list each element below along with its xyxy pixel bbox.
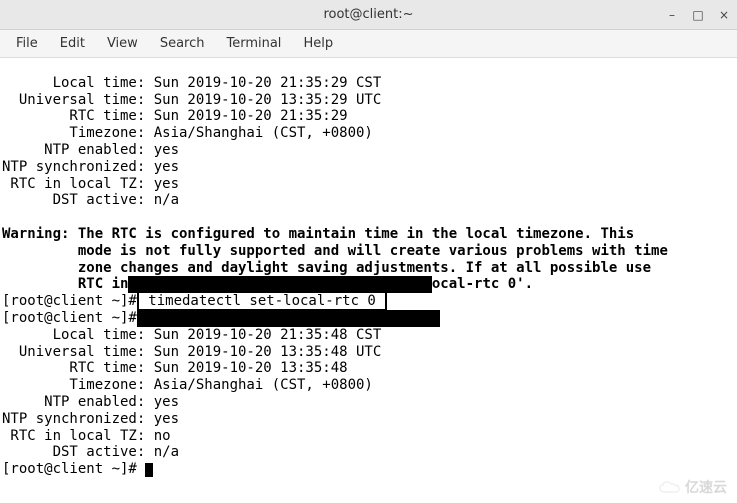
menu-view[interactable]: View: [97, 32, 148, 55]
output-line: NTP synchronized: yes: [2, 411, 179, 427]
minimize-button[interactable]: –: [665, 8, 679, 22]
warning-line: Warning: The RTC is configured to mainta…: [2, 226, 634, 242]
highlight-redaction: [137, 310, 440, 327]
window-title: root@client:~: [323, 7, 413, 22]
warning-line: ocal-rtc 0'.: [432, 276, 533, 292]
terminal-output[interactable]: Local time: Sun 2019-10-20 21:35:29 CST …: [0, 58, 737, 503]
warning-line: RTC in: [2, 276, 128, 292]
output-line: Universal time: Sun 2019-10-20 13:35:48 …: [2, 344, 381, 360]
output-line: DST active: n/a: [2, 444, 179, 460]
output-line: RTC time: Sun 2019-10-20 13:35:48: [2, 360, 348, 376]
close-button[interactable]: ×: [717, 8, 731, 22]
menubar: File Edit View Search Terminal Help: [0, 30, 737, 58]
maximize-button[interactable]: □: [691, 8, 705, 22]
terminal-cursor: [145, 463, 153, 477]
output-line: DST active: n/a: [2, 192, 179, 208]
output-line: NTP synchronized: yes: [2, 159, 179, 175]
menu-file[interactable]: File: [6, 32, 48, 55]
prompt: [root@client ~]#: [2, 293, 137, 309]
warning-line: mode is not fully supported and will cre…: [2, 243, 668, 259]
prompt: [root@client ~]#: [2, 310, 137, 326]
output-line: NTP enabled: yes: [2, 394, 179, 410]
output-line: NTP enabled: yes: [2, 142, 179, 158]
output-line: Timezone: Asia/Shanghai (CST, +0800): [2, 377, 373, 393]
window-controls: – □ ×: [665, 0, 731, 29]
window-titlebar: root@client:~ – □ ×: [0, 0, 737, 30]
menu-help[interactable]: Help: [293, 32, 343, 55]
warning-line: zone changes and daylight saving adjustm…: [2, 260, 651, 276]
menu-search[interactable]: Search: [150, 32, 215, 55]
output-line: Timezone: Asia/Shanghai (CST, +0800): [2, 125, 373, 141]
highlighted-command: timedatectl set-local-rtc 0: [137, 291, 387, 311]
menu-edit[interactable]: Edit: [50, 32, 95, 55]
output-line: RTC time: Sun 2019-10-20 21:35:29: [2, 108, 348, 124]
output-line: Universal time: Sun 2019-10-20 13:35:29 …: [2, 92, 381, 108]
output-line: RTC in local TZ: no: [2, 428, 171, 444]
menu-terminal[interactable]: Terminal: [216, 32, 291, 55]
prompt: [root@client ~]#: [2, 461, 145, 477]
output-line: Local time: Sun 2019-10-20 21:35:29 CST: [2, 75, 381, 91]
output-line: Local time: Sun 2019-10-20 21:35:48 CST: [2, 327, 381, 343]
output-line: RTC in local TZ: yes: [2, 176, 179, 192]
